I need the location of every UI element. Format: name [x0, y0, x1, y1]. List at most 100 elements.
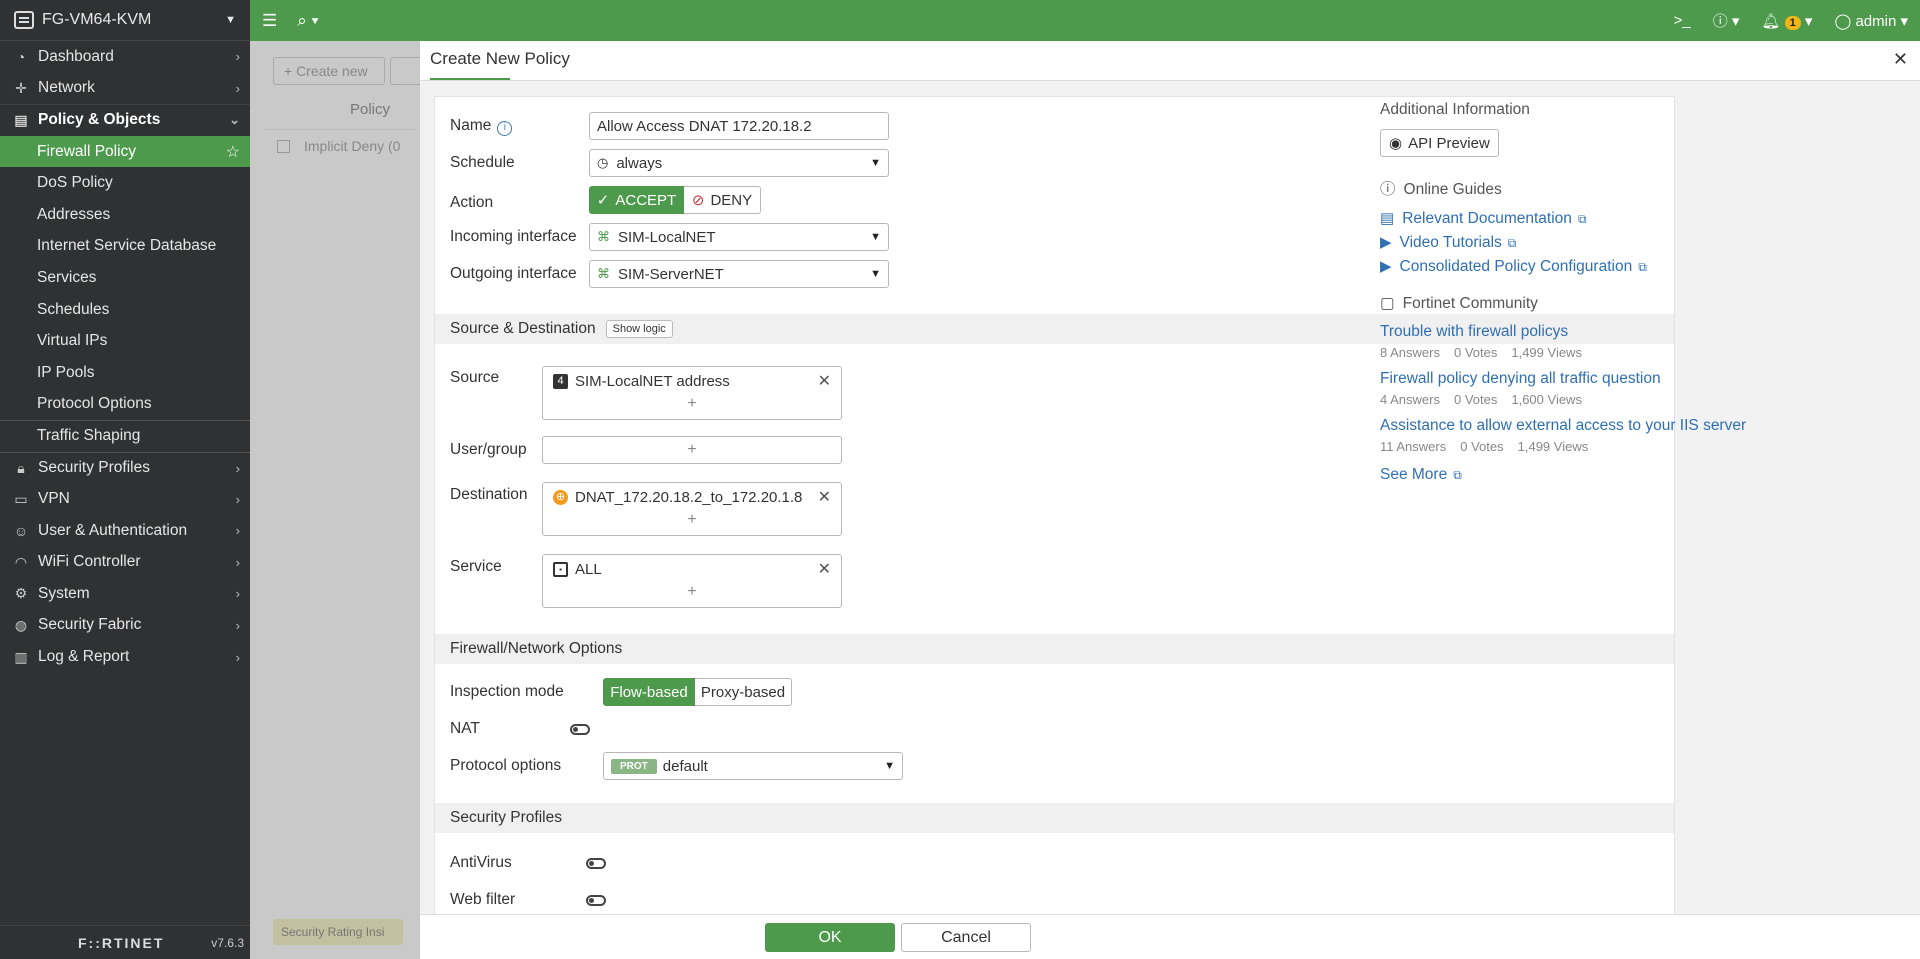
lock-icon: 🔒︎: [17, 459, 25, 476]
caret-down-icon: ▼: [225, 14, 236, 26]
nat-toggle[interactable]: [570, 723, 590, 735]
add-user-group-button[interactable]: +: [543, 437, 841, 463]
chevron-right-icon: ›: [235, 491, 240, 507]
deny-button[interactable]: ⊘ DENY: [684, 186, 761, 214]
webfilter-toggle[interactable]: [586, 894, 606, 906]
sidebar-item-dashboard[interactable]: ◔ Dashboard ›: [0, 41, 250, 73]
sidebar-item-user-auth[interactable]: ☺ User & Authentication ›: [0, 515, 250, 547]
sidebar-item-firewall-policy[interactable]: Firewall Policy ☆: [0, 135, 250, 168]
sidebar-item-services[interactable]: Services: [0, 262, 250, 294]
sidebar-item-security-fabric[interactable]: ◍ Security Fabric ›: [0, 610, 250, 642]
sidebar: FG-VM64-KVM ▼ ◔ Dashboard › ✛ Network › ▤ Pol…: [0, 0, 250, 959]
fortinet-logo: F::RTINET: [78, 934, 165, 951]
post-views: 1,499 Views: [1511, 345, 1582, 360]
antivirus-toggle[interactable]: [586, 857, 606, 869]
sidebar-item-network[interactable]: ✛ Network ›: [0, 73, 250, 105]
sidebar-item-protocol-options[interactable]: Protocol Options: [0, 389, 250, 421]
user-group-field[interactable]: +: [542, 436, 842, 464]
source-value: SIM-LocalNET address: [575, 372, 730, 390]
source-label: Source: [450, 369, 500, 386]
remove-icon[interactable]: ✕: [818, 559, 831, 579]
info-icon[interactable]: i: [497, 120, 513, 136]
section-security-profiles: Security Profiles: [435, 803, 1674, 833]
post-views: 1,600 Views: [1511, 392, 1582, 407]
guide-link-text[interactable]: Relevant Documentation: [1402, 210, 1572, 227]
remove-icon[interactable]: ✕: [818, 487, 831, 507]
guide-link-documentation[interactable]: ▤ Relevant Documentation ⧉: [1380, 209, 1910, 228]
star-icon[interactable]: ☆: [226, 142, 240, 162]
name-label: Name i: [450, 117, 513, 136]
service-field[interactable]: ▪ ALL ✕ +: [542, 554, 842, 608]
add-service-button[interactable]: +: [543, 583, 841, 607]
guide-link-videos[interactable]: ▶ Video Tutorials ⧉: [1380, 233, 1910, 252]
guides-heading-text: Online Guides: [1403, 181, 1502, 198]
close-icon[interactable]: ✕: [1893, 49, 1908, 70]
add-destination-button[interactable]: +: [543, 511, 841, 535]
chevron-right-icon: ›: [235, 554, 240, 570]
menu-icon[interactable]: ☰: [262, 11, 277, 31]
sidebar-item-vpn[interactable]: ▭ VPN ›: [0, 483, 250, 515]
admin-menu[interactable]: ◯ admin ▾: [1834, 12, 1908, 30]
post-link[interactable]: Assistance to allow external access to y…: [1380, 417, 1910, 435]
see-more-text[interactable]: See More: [1380, 466, 1447, 483]
api-preview-button[interactable]: ◉ API Preview: [1380, 129, 1499, 157]
post-link[interactable]: Firewall policy denying all traffic ques…: [1380, 370, 1910, 388]
community-heading: ▢ Fortinet Community: [1380, 294, 1910, 313]
search-icon[interactable]: ⌕ ▾: [297, 11, 318, 31]
destination-field[interactable]: ⊕ DNAT_172.20.18.2_to_172.20.1.8 ✕ +: [542, 482, 842, 536]
accept-button[interactable]: ✓ ACCEPT: [589, 186, 684, 214]
sidebar-item-log-report[interactable]: ▥ Log & Report ›: [0, 641, 250, 673]
flow-based-button[interactable]: Flow-based: [603, 678, 695, 706]
caret-down-icon: ▼: [870, 157, 881, 169]
nat-label: NAT: [450, 720, 480, 737]
remove-icon[interactable]: ✕: [818, 371, 831, 391]
sidebar-item-virtual-ips[interactable]: Virtual IPs: [0, 325, 250, 357]
antivirus-label: AntiVirus: [450, 854, 512, 871]
sidebar-item-dos-policy[interactable]: DoS Policy: [0, 167, 250, 199]
sidebar-item-wifi[interactable]: ◠ WiFi Controller ›: [0, 547, 250, 579]
create-policy-modal: Create New Policy ✕ Name i Allow Access D…: [420, 41, 1920, 959]
external-link-icon: ⧉: [1638, 260, 1647, 274]
community-post: Assistance to allow external access to y…: [1380, 417, 1910, 454]
user-group-label: User/group: [450, 441, 527, 458]
sidebar-item-traffic-shaping[interactable]: Traffic Shaping: [0, 420, 250, 452]
sidebar-item-label: Traffic Shaping: [37, 427, 141, 445]
protocol-options-select[interactable]: PROT default ▼: [603, 752, 903, 780]
sidebar-item-label: User & Authentication: [38, 521, 188, 539]
guide-link-text[interactable]: Video Tutorials: [1400, 234, 1502, 251]
caret-down-icon: ▼: [870, 231, 881, 243]
cli-console-icon[interactable]: >_: [1674, 12, 1691, 29]
incoming-interface-select[interactable]: ⌘ SIM-LocalNET ▼: [589, 223, 889, 251]
schedule-icon: ◷: [597, 155, 609, 170]
cancel-button[interactable]: Cancel: [901, 923, 1031, 952]
sidebar-item-security-profiles[interactable]: 🔒︎ Security Profiles ›: [0, 451, 250, 484]
guide-link-text[interactable]: Consolidated Policy Configuration: [1400, 258, 1633, 275]
proxy-based-button[interactable]: Proxy-based: [695, 678, 792, 706]
sidebar-item-policy-objects[interactable]: ▤ Policy & Objects ⌄: [0, 104, 250, 136]
see-more-link[interactable]: See More ⧉: [1380, 466, 1910, 484]
sidebar-item-label: Internet Service Database: [37, 237, 217, 255]
name-input[interactable]: Allow Access DNAT 172.20.18.2: [589, 112, 889, 140]
security-rating-button: Security Rating Insi: [273, 919, 403, 945]
sidebar-item-ip-pools[interactable]: IP Pools: [0, 357, 250, 389]
log-icon: ▥: [14, 648, 28, 665]
schedule-select[interactable]: ◷ always ▼: [589, 149, 889, 177]
check-icon: ✓: [596, 192, 610, 209]
help-icon[interactable]: ⓘ ▾: [1713, 10, 1740, 31]
notifications-button[interactable]: 🔔︎ 1 ▾: [1761, 12, 1812, 30]
network-icon: ✛: [15, 79, 27, 96]
ok-button[interactable]: OK: [765, 923, 895, 952]
device-selector[interactable]: FG-VM64-KVM ▼: [0, 0, 250, 41]
sidebar-item-system[interactable]: ⚙ System ›: [0, 578, 250, 610]
post-link[interactable]: Trouble with firewall policys: [1380, 323, 1910, 341]
sidebar-item-addresses[interactable]: Addresses: [0, 199, 250, 231]
version-label: v7.6.3: [211, 935, 244, 950]
outgoing-interface-select[interactable]: ⌘ SIM-ServerNET ▼: [589, 260, 889, 288]
guide-link-consolidated[interactable]: ▶ Consolidated Policy Configuration ⧉: [1380, 257, 1910, 276]
show-logic-button[interactable]: Show logic: [605, 320, 673, 338]
source-field[interactable]: 4 SIM-LocalNET address ✕ +: [542, 366, 842, 420]
add-source-button[interactable]: +: [543, 395, 841, 419]
sidebar-item-isdb[interactable]: Internet Service Database: [0, 231, 250, 263]
sidebar-item-schedules[interactable]: Schedules: [0, 294, 250, 326]
device-icon: [14, 11, 34, 29]
